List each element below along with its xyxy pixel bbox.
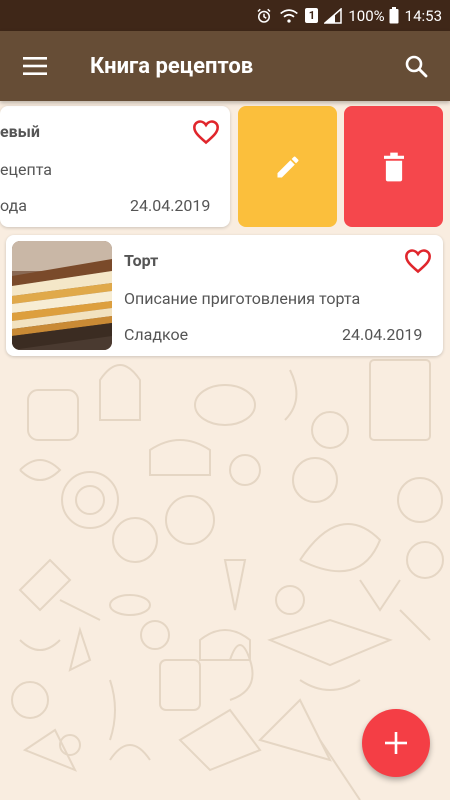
pencil-icon (277, 155, 298, 177)
recipe-title: Торт (124, 251, 159, 270)
wifi-icon (280, 8, 299, 23)
recipe-category: Сладкое (124, 325, 189, 344)
status-icons: 1 (255, 7, 343, 25)
app-title: Книга рецептов (90, 53, 254, 79)
recipe-description: Описание приготовления торта (124, 289, 361, 308)
clock-time: 14:53 (404, 6, 442, 25)
delete-button[interactable] (344, 106, 443, 227)
sim-badge: 1 (305, 8, 319, 23)
status-bar: 1 100% 14:53 (0, 0, 450, 31)
recipe-card-swiped[interactable]: евый ецепта ода 24.04.2019 (0, 106, 230, 227)
search-button[interactable] (388, 31, 444, 101)
alarm-icon (257, 8, 271, 23)
add-recipe-button[interactable] (362, 709, 430, 777)
menu-button[interactable] (0, 31, 70, 101)
recipe-date: 24.04.2019 (342, 325, 423, 344)
app-bar: Книга рецептов (0, 31, 450, 101)
recipe-date: 24.04.2019 (130, 196, 211, 215)
battery-percentage: 100% (348, 6, 385, 25)
recipe-card[interactable]: Торт Описание приготовления торта Сладко… (6, 235, 443, 356)
favorite-heart-icon[interactable] (404, 248, 432, 274)
plus-icon (385, 732, 407, 754)
trash-icon (383, 152, 404, 181)
signal-icon (324, 7, 343, 24)
edit-button[interactable] (238, 106, 337, 227)
hamburger-menu-icon (23, 57, 47, 75)
cake-image (12, 241, 112, 350)
recipe-description: ецепта (0, 160, 52, 179)
favorite-heart-icon[interactable] (192, 119, 220, 145)
search-icon (405, 55, 428, 78)
recipe-title: евый (0, 122, 40, 141)
battery-icon (389, 7, 399, 24)
recipe-category: ода (0, 196, 27, 215)
